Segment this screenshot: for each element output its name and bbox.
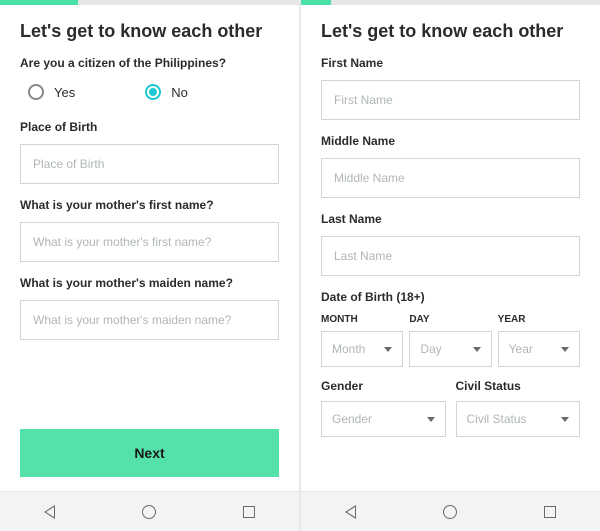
page-title: Let's get to know each other [321,21,580,42]
radio-no[interactable]: No [145,84,188,100]
screen-citizenship: Let's get to know each other Are you a c… [0,0,299,531]
nav-recent-icon[interactable] [241,504,257,520]
chevron-down-icon [427,417,435,422]
screen-personal-info: Let's get to know each other First Name … [301,0,600,531]
android-navbar [0,491,299,531]
label-mother-first: What is your mother's first name? [20,198,279,212]
label-month: MONTH [321,314,403,325]
label-year: YEAR [498,314,580,325]
nav-recent-icon[interactable] [542,504,558,520]
progress-bar [0,0,299,5]
input-mother-maiden[interactable] [20,300,279,340]
footer-actions: Next [0,429,299,491]
label-dob: Date of Birth (18+) [321,290,580,304]
label-middle-name: Middle Name [321,134,580,148]
label-first-name: First Name [321,56,580,70]
select-civil-status[interactable]: Civil Status [456,401,581,437]
progress-bar [301,0,600,5]
nav-home-icon[interactable] [442,504,458,520]
chevron-down-icon [561,417,569,422]
radio-yes-circle [28,84,44,100]
next-button[interactable]: Next [20,429,279,477]
page-title: Let's get to know each other [20,21,279,42]
select-day-value: Day [420,342,441,356]
radio-yes[interactable]: Yes [28,84,75,100]
radio-no-dot [149,88,157,96]
label-day: DAY [409,314,491,325]
chevron-down-icon [384,347,392,352]
label-gender: Gender [321,379,446,393]
select-year[interactable]: Year [498,331,580,367]
dob-row: MONTH Month DAY Day YEAR Ye [321,314,580,367]
select-civil-value: Civil Status [467,412,527,426]
radio-no-circle [145,84,161,100]
label-civil-status: Civil Status [456,379,581,393]
nav-home-icon[interactable] [141,504,157,520]
select-year-value: Year [509,342,533,356]
progress-fill [0,0,78,5]
nav-back-icon[interactable] [42,504,58,520]
chevron-down-icon [561,347,569,352]
nav-back-icon[interactable] [343,504,359,520]
radio-no-label: No [171,85,188,100]
chevron-down-icon [473,347,481,352]
select-month[interactable]: Month [321,331,403,367]
input-last-name[interactable] [321,236,580,276]
input-mother-first[interactable] [20,222,279,262]
input-first-name[interactable] [321,80,580,120]
select-gender[interactable]: Gender [321,401,446,437]
select-gender-value: Gender [332,412,372,426]
form-content: Let's get to know each other First Name … [301,5,600,491]
label-place-of-birth: Place of Birth [20,120,279,134]
radio-group-citizen: Yes No [20,80,279,106]
select-month-value: Month [332,342,365,356]
form-content: Let's get to know each other Are you a c… [0,5,299,429]
label-mother-maiden: What is your mother's maiden name? [20,276,279,290]
label-citizen: Are you a citizen of the Philippines? [20,56,279,70]
gender-civil-row: Gender Gender Civil Status Civil Status [321,379,580,437]
label-last-name: Last Name [321,212,580,226]
select-day[interactable]: Day [409,331,491,367]
android-navbar [301,491,600,531]
radio-yes-label: Yes [54,85,75,100]
input-place-of-birth[interactable] [20,144,279,184]
input-middle-name[interactable] [321,158,580,198]
progress-fill [301,0,331,5]
